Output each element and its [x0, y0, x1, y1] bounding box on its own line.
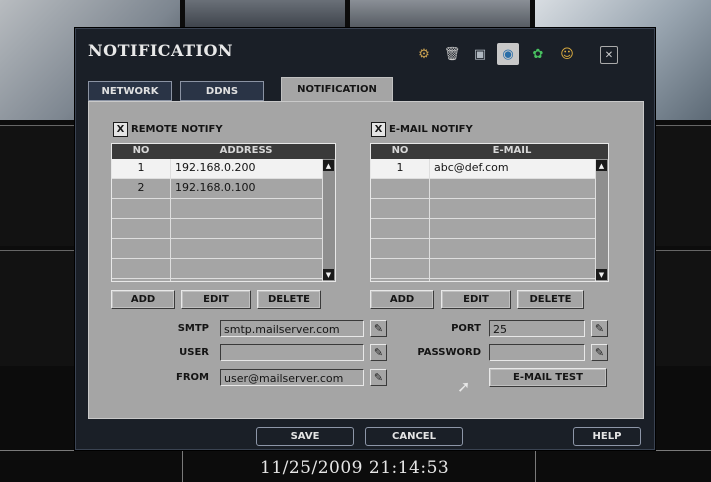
table-row[interactable] — [371, 239, 596, 259]
table-row[interactable]: 2 192.168.0.100 — [112, 179, 323, 199]
remote-list-header: NO ADDRESS — [112, 144, 335, 159]
row-address: 192.168.0.100 — [175, 181, 256, 194]
remote-list-scrollbar[interactable]: ▲ ▼ — [322, 159, 335, 281]
table-row[interactable] — [371, 259, 596, 279]
email-notify-checkbox[interactable]: X — [371, 122, 386, 137]
column-header-no: NO — [391, 145, 409, 156]
scroll-down-icon[interactable]: ▼ — [596, 269, 607, 280]
email-notify-toggle[interactable]: X E-MAIL NOTIFY — [371, 122, 473, 137]
mouse-cursor-icon: ➚ — [457, 377, 471, 396]
smtp-server-field[interactable]: smtp.mailserver.com — [220, 320, 364, 337]
camera-view-5 — [0, 125, 75, 246]
table-row[interactable] — [371, 199, 596, 219]
table-row[interactable] — [112, 199, 323, 219]
remote-add-button[interactable]: ADD — [111, 290, 175, 309]
email-notify-label: E-MAIL NOTIFY — [389, 124, 473, 135]
table-row[interactable]: 1 abc@def.com — [371, 159, 596, 179]
user-label: USER — [179, 347, 209, 358]
from-field[interactable]: user@mailserver.com — [220, 369, 364, 386]
remote-notify-toggle[interactable]: X REMOTE NOTIFY — [113, 122, 223, 137]
from-label: FROM — [176, 372, 209, 383]
keyboard-edit-icon[interactable]: ✎ — [370, 369, 387, 386]
email-add-button[interactable]: ADD — [370, 290, 434, 309]
cancel-button[interactable]: CANCEL — [365, 427, 463, 446]
column-header-address: ADDRESS — [219, 145, 273, 156]
email-address-list: NO E-MAIL 1 abc@def.com ▲ ▼ — [370, 143, 609, 282]
user-icon[interactable]: ☺ — [556, 43, 578, 65]
table-row[interactable]: 1 192.168.0.200 — [112, 159, 323, 179]
email-delete-button[interactable]: DELETE — [517, 290, 584, 309]
grid-divider — [182, 450, 183, 482]
column-divider — [170, 159, 171, 281]
record-icon[interactable]: ✿ — [527, 43, 549, 65]
row-email: abc@def.com — [434, 161, 509, 174]
scroll-up-icon[interactable]: ▲ — [596, 160, 607, 171]
gear-icon[interactable]: ⚙ — [413, 43, 435, 65]
column-header-no: NO — [132, 145, 150, 156]
row-address: 192.168.0.200 — [175, 161, 256, 174]
title-bar: NOTIFICATION ⚙ 🗑 ▣ ◉ ✿ ☺ ✕ — [76, 29, 654, 77]
save-button[interactable]: SAVE — [256, 427, 354, 446]
column-divider — [429, 159, 430, 281]
camera-view-7 — [0, 250, 75, 366]
remote-notify-checkbox[interactable]: X — [113, 122, 128, 137]
remote-edit-button[interactable]: EDIT — [181, 290, 251, 309]
table-row[interactable] — [371, 219, 596, 239]
email-test-button[interactable]: E-MAIL TEST — [489, 368, 607, 387]
network-globe-icon[interactable]: ◉ — [497, 43, 519, 65]
port-field[interactable]: 25 — [489, 320, 585, 337]
trash-icon[interactable]: 🗑 — [441, 43, 463, 65]
column-header-email: E-MAIL — [492, 145, 532, 156]
email-edit-button[interactable]: EDIT — [441, 290, 511, 309]
monitor-icon[interactable]: ▣ — [469, 43, 491, 65]
email-list-scrollbar[interactable]: ▲ ▼ — [595, 159, 608, 281]
table-row[interactable] — [112, 239, 323, 259]
tab-network[interactable]: NETWORK — [88, 81, 172, 101]
keyboard-edit-icon[interactable]: ✎ — [591, 344, 608, 361]
smtp-label: SMTP — [177, 323, 209, 334]
remote-delete-button[interactable]: DELETE — [257, 290, 321, 309]
dialog-title: NOTIFICATION — [88, 41, 234, 60]
password-field[interactable] — [489, 344, 585, 361]
timestamp: 11/25/2009 21:14:53 — [260, 458, 450, 478]
email-list-header: NO E-MAIL — [371, 144, 608, 159]
password-label: PASSWORD — [417, 347, 481, 358]
notification-dialog: NOTIFICATION ⚙ 🗑 ▣ ◉ ✿ ☺ ✕ NETWORK DDNS … — [75, 28, 655, 450]
keyboard-edit-icon[interactable]: ✎ — [370, 320, 387, 337]
remote-notify-label: REMOTE NOTIFY — [131, 124, 223, 135]
keyboard-edit-icon[interactable]: ✎ — [591, 320, 608, 337]
row-no: 1 — [396, 161, 404, 174]
row-no: 1 — [137, 161, 145, 174]
port-label: PORT — [451, 323, 481, 334]
keyboard-edit-icon[interactable]: ✎ — [370, 344, 387, 361]
help-button[interactable]: HELP — [573, 427, 641, 446]
row-no: 2 — [137, 181, 145, 194]
grid-divider — [0, 450, 711, 451]
user-field[interactable] — [220, 344, 364, 361]
close-icon[interactable]: ✕ — [600, 46, 618, 64]
scroll-up-icon[interactable]: ▲ — [323, 160, 334, 171]
table-row[interactable] — [371, 179, 596, 199]
notification-panel: X REMOTE NOTIFY NO ADDRESS 1 192.168.0.2… — [88, 101, 644, 419]
scroll-down-icon[interactable]: ▼ — [323, 269, 334, 280]
grid-divider — [535, 450, 536, 482]
table-row[interactable] — [112, 219, 323, 239]
remote-address-list: NO ADDRESS 1 192.168.0.200 2 192.168.0.1… — [111, 143, 336, 282]
tab-ddns[interactable]: DDNS — [180, 81, 264, 101]
tab-notification[interactable]: NOTIFICATION — [281, 77, 393, 101]
table-row[interactable] — [112, 259, 323, 279]
